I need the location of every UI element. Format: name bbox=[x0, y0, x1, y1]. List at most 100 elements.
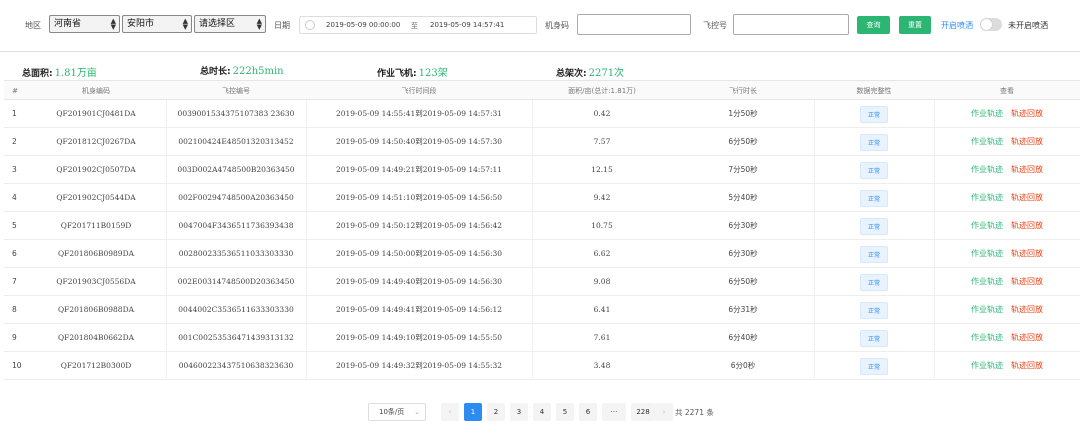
select-arrows-icon: ▲ ▼ bbox=[110, 17, 116, 31]
date-end[interactable]: 2019-05-09 14:57:41 bbox=[430, 21, 504, 29]
cell-actions: 作业轨迹 轨迹回放 bbox=[934, 212, 1080, 240]
cell-period: 2019-05-09 14:55:41到2019-05-09 14:57:31 bbox=[335, 109, 503, 118]
cell-index: 9 bbox=[12, 333, 17, 342]
cell-fc-code: 0039001534375107383 23630 bbox=[177, 109, 295, 118]
work-track-link[interactable]: 作业轨迹 bbox=[971, 361, 1003, 370]
cell-index: 1 bbox=[12, 109, 17, 118]
province-select[interactable]: 河南省 ▲ ▼ bbox=[49, 15, 120, 33]
cell-index: 3 bbox=[12, 165, 17, 174]
table-header: # 机身编码 飞控编号 飞行时间段 面积/亩(总计:1.81万) 飞行时长 数据… bbox=[4, 80, 1080, 100]
track-replay-link[interactable]: 轨迹回放 bbox=[1011, 221, 1043, 230]
table-row: 2 QF201812CJ0267DA 002100424E4850132031345… bbox=[4, 128, 1080, 156]
cell-area: 7.61 bbox=[593, 333, 611, 342]
header-area: 面积/亩(总计:1.81万) bbox=[568, 87, 636, 95]
work-track-link[interactable]: 作业轨迹 bbox=[971, 193, 1003, 202]
table-row: 4 QF201902CJ0544DA 002F00294748500A2036345… bbox=[4, 184, 1080, 212]
prev-page-button[interactable]: ‹ bbox=[441, 403, 459, 421]
table-row: 7 QF201903CJ0556DA 002E00314748500D2036345… bbox=[4, 268, 1080, 296]
track-replay-link[interactable]: 轨迹回放 bbox=[1011, 333, 1043, 342]
cell-duration: 6分31秒 bbox=[728, 305, 758, 314]
fc-input[interactable] bbox=[733, 14, 849, 35]
cell-area: 6.62 bbox=[593, 249, 611, 258]
cell-fc-code: 002E00314748500D20363450 bbox=[177, 277, 295, 286]
work-track-link[interactable]: 作业轨迹 bbox=[971, 277, 1003, 286]
cell-duration: 5分40秒 bbox=[728, 193, 758, 202]
date-label: 日期 bbox=[274, 21, 290, 30]
duration-value: 222h5min bbox=[232, 66, 284, 77]
cell-integrity: 正常 bbox=[814, 296, 934, 324]
spray-on-link[interactable]: 开启喷洒 bbox=[941, 20, 973, 31]
cell-body-code: QF201812CJ0267DA bbox=[56, 137, 136, 146]
page-size-select[interactable]: 10条/页 ⌄ bbox=[368, 403, 426, 421]
track-replay-link[interactable]: 轨迹回放 bbox=[1011, 109, 1043, 118]
header-duration: 飞行时长 bbox=[729, 87, 757, 95]
table-row: 9 QF201804B0662DA 001C00253536471439313132… bbox=[4, 324, 1080, 352]
track-replay-link[interactable]: 轨迹回放 bbox=[1011, 165, 1043, 174]
cell-body-code: QF201806B0988DA bbox=[57, 305, 134, 314]
cell-actions: 作业轨迹 轨迹回放 bbox=[934, 128, 1080, 156]
work-track-link[interactable]: 作业轨迹 bbox=[971, 165, 1003, 174]
cell-period: 2019-05-09 14:50:00到2019-05-09 14:56:30 bbox=[335, 249, 503, 258]
area-label: 总面积: bbox=[22, 69, 53, 79]
page-button[interactable]: 2 bbox=[487, 403, 505, 421]
header-fc-code: 飞控编号 bbox=[222, 87, 250, 95]
cell-duration: 6分50秒 bbox=[728, 277, 758, 286]
date-range-picker[interactable]: 2019-05-09 00:00:00 至 2019-05-09 14:57:4… bbox=[299, 16, 537, 34]
cell-integrity: 正常 bbox=[814, 100, 934, 128]
page-button[interactable]: 3 bbox=[510, 403, 528, 421]
city-select[interactable]: 安阳市 ▲ ▼ bbox=[122, 15, 192, 33]
status-badge: 正常 bbox=[860, 133, 888, 151]
page-button[interactable]: 6 bbox=[579, 403, 597, 421]
cell-actions: 作业轨迹 轨迹回放 bbox=[934, 352, 1080, 380]
spray-toggle[interactable] bbox=[980, 18, 1002, 31]
page-size-value: 10条/页 bbox=[379, 408, 405, 416]
cell-area: 10.75 bbox=[591, 221, 613, 230]
sorties-label: 总架次: bbox=[556, 69, 587, 79]
cell-area: 9.42 bbox=[593, 193, 611, 202]
track-replay-link[interactable]: 轨迹回放 bbox=[1011, 277, 1043, 286]
track-replay-link[interactable]: 轨迹回放 bbox=[1011, 305, 1043, 314]
cell-index: 7 bbox=[12, 277, 17, 286]
cell-fc-code: 002F00294748500A20363450 bbox=[178, 193, 294, 202]
work-track-link[interactable]: 作业轨迹 bbox=[971, 249, 1003, 258]
cell-area: 7.57 bbox=[593, 137, 611, 146]
page-button[interactable]: 1 bbox=[464, 403, 482, 421]
chevron-down-icon: ⌄ bbox=[414, 408, 420, 416]
summary-area: 总面积: 1.81万亩 bbox=[22, 64, 97, 79]
cell-index: 5 bbox=[12, 221, 17, 230]
query-button[interactable]: 查询 bbox=[857, 16, 890, 34]
cell-actions: 作业轨迹 轨迹回放 bbox=[934, 324, 1080, 352]
work-track-link[interactable]: 作业轨迹 bbox=[971, 109, 1003, 118]
work-track-link[interactable]: 作业轨迹 bbox=[971, 221, 1003, 230]
cell-duration: 1分50秒 bbox=[728, 109, 758, 118]
cell-duration: 6分50秒 bbox=[728, 137, 758, 146]
cell-fc-code: 001C00253536471439313132 bbox=[178, 333, 294, 342]
page-button[interactable]: 4 bbox=[533, 403, 551, 421]
work-track-link[interactable]: 作业轨迹 bbox=[971, 333, 1003, 342]
date-separator: 至 bbox=[411, 22, 418, 30]
track-replay-link[interactable]: 轨迹回放 bbox=[1011, 249, 1043, 258]
status-badge: 正常 bbox=[860, 161, 888, 179]
spray-off-label: 未开启喷洒 bbox=[1008, 21, 1048, 30]
cell-period: 2019-05-09 14:49:41到2019-05-09 14:56:12 bbox=[335, 305, 503, 314]
track-replay-link[interactable]: 轨迹回放 bbox=[1011, 137, 1043, 146]
work-track-link[interactable]: 作业轨迹 bbox=[971, 305, 1003, 314]
work-track-link[interactable]: 作业轨迹 bbox=[971, 137, 1003, 146]
cell-body-code: QF201902CJ0544DA bbox=[56, 193, 136, 202]
cell-actions: 作业轨迹 轨迹回放 bbox=[934, 296, 1080, 324]
track-replay-link[interactable]: 轨迹回放 bbox=[1011, 193, 1043, 202]
district-select[interactable]: 请选择区 ▲ ▼ bbox=[194, 15, 266, 33]
cell-period: 2019-05-09 14:49:32到2019-05-09 14:55:32 bbox=[335, 361, 503, 370]
reset-button[interactable]: 重置 bbox=[899, 16, 931, 34]
track-replay-link[interactable]: 轨迹回放 bbox=[1011, 361, 1043, 370]
table-row: 1 QF201901CJ0481DA 0039001534375107383 236… bbox=[4, 100, 1080, 128]
page-ellipsis[interactable]: ··· bbox=[602, 403, 626, 421]
header-body-code: 机身编码 bbox=[82, 87, 110, 95]
cell-integrity: 正常 bbox=[814, 268, 934, 296]
page-button[interactable]: 228 bbox=[631, 403, 655, 421]
date-start[interactable]: 2019-05-09 00:00:00 bbox=[326, 21, 400, 29]
page-button[interactable]: 5 bbox=[556, 403, 574, 421]
cell-body-code: QF201806B0989DA bbox=[57, 249, 134, 258]
next-page-button[interactable]: › bbox=[655, 403, 673, 421]
body-code-input[interactable] bbox=[577, 14, 691, 35]
